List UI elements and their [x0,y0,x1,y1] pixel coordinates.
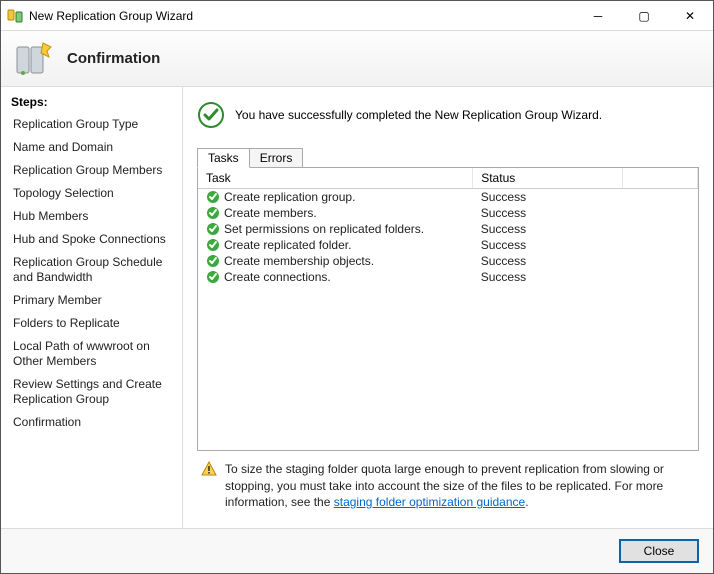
page-title: Confirmation [67,50,160,67]
warning-icon [201,461,217,477]
task-status: Success [473,205,623,221]
check-icon [206,206,220,220]
minimize-button[interactable]: ─ [575,1,621,31]
tasks-table: Task Status Create replication group. Suc… [198,168,698,285]
check-icon [206,254,220,268]
tasks-panel: Task Status Create replication group. Suc… [197,167,699,451]
step-primary-member[interactable]: Primary Member [11,289,172,312]
check-icon [206,190,220,204]
col-status[interactable]: Status [473,168,623,189]
step-confirmation[interactable]: Confirmation [11,411,172,434]
results-tabs: Tasks Errors [197,147,699,167]
steps-list: Replication Group Type Name and Domain R… [11,113,172,434]
step-topology-selection[interactable]: Topology Selection [11,182,172,205]
window-title: New Replication Group Wizard [29,9,193,23]
table-row[interactable]: Set permissions on replicated folders. Su… [198,221,698,237]
close-window-button[interactable]: ✕ [667,1,713,31]
step-replication-group-members[interactable]: Replication Group Members [11,159,172,182]
tab-tasks[interactable]: Tasks [197,148,250,168]
main-content: You have successfully completed the New … [183,87,713,528]
task-name: Create replicated folder. [224,238,351,252]
task-name: Create members. [224,206,317,220]
steps-sidebar: Steps: Replication Group Type Name and D… [1,87,183,528]
step-name-and-domain[interactable]: Name and Domain [11,136,172,159]
staging-warning: To size the staging folder quota large e… [197,451,699,518]
step-folders-to-replicate[interactable]: Folders to Replicate [11,312,172,335]
task-status: Success [473,237,623,253]
step-replication-group-type[interactable]: Replication Group Type [11,113,172,136]
warning-text-after: . [525,495,528,509]
task-status: Success [473,189,623,206]
task-status: Success [473,269,623,285]
maximize-button[interactable]: ▢ [621,1,667,31]
warning-text: To size the staging folder quota large e… [225,461,695,510]
task-status: Success [473,253,623,269]
header-banner: Confirmation [1,31,713,87]
task-name: Create connections. [224,270,331,284]
close-button[interactable]: Close [619,539,699,563]
staging-guidance-link[interactable]: staging folder optimization guidance [334,495,525,509]
col-task[interactable]: Task [198,168,473,189]
table-row[interactable]: Create replicated folder. Success [198,237,698,253]
titlebar: New Replication Group Wizard ─ ▢ ✕ [1,1,713,31]
task-name: Set permissions on replicated folders. [224,222,424,236]
check-icon [206,270,220,284]
tab-errors[interactable]: Errors [249,148,304,168]
table-row[interactable]: Create membership objects. Success [198,253,698,269]
step-hub-members[interactable]: Hub Members [11,205,172,228]
step-schedule-and-bandwidth[interactable]: Replication Group Schedule and Bandwidth [11,251,172,289]
check-icon [206,238,220,252]
app-icon [7,8,23,24]
task-name: Create replication group. [224,190,355,204]
footer: Close [1,528,713,573]
success-message: You have successfully completed the New … [235,108,602,122]
table-row[interactable]: Create connections. Success [198,269,698,285]
table-row[interactable]: Create members. Success [198,205,698,221]
check-icon [206,222,220,236]
wizard-window: New Replication Group Wizard ─ ▢ ✕ Confi… [0,0,714,574]
task-status: Success [473,221,623,237]
step-local-path-other-members[interactable]: Local Path of wwwroot on Other Members [11,335,172,373]
steps-heading: Steps: [11,95,172,109]
success-icon [197,101,225,129]
success-summary: You have successfully completed the New … [197,101,699,129]
table-row[interactable]: Create replication group. Success [198,189,698,206]
col-blank [623,168,698,189]
wizard-icon [13,39,53,79]
task-name: Create membership objects. [224,254,374,268]
step-review-settings[interactable]: Review Settings and Create Replication G… [11,373,172,411]
step-hub-and-spoke-connections[interactable]: Hub and Spoke Connections [11,228,172,251]
